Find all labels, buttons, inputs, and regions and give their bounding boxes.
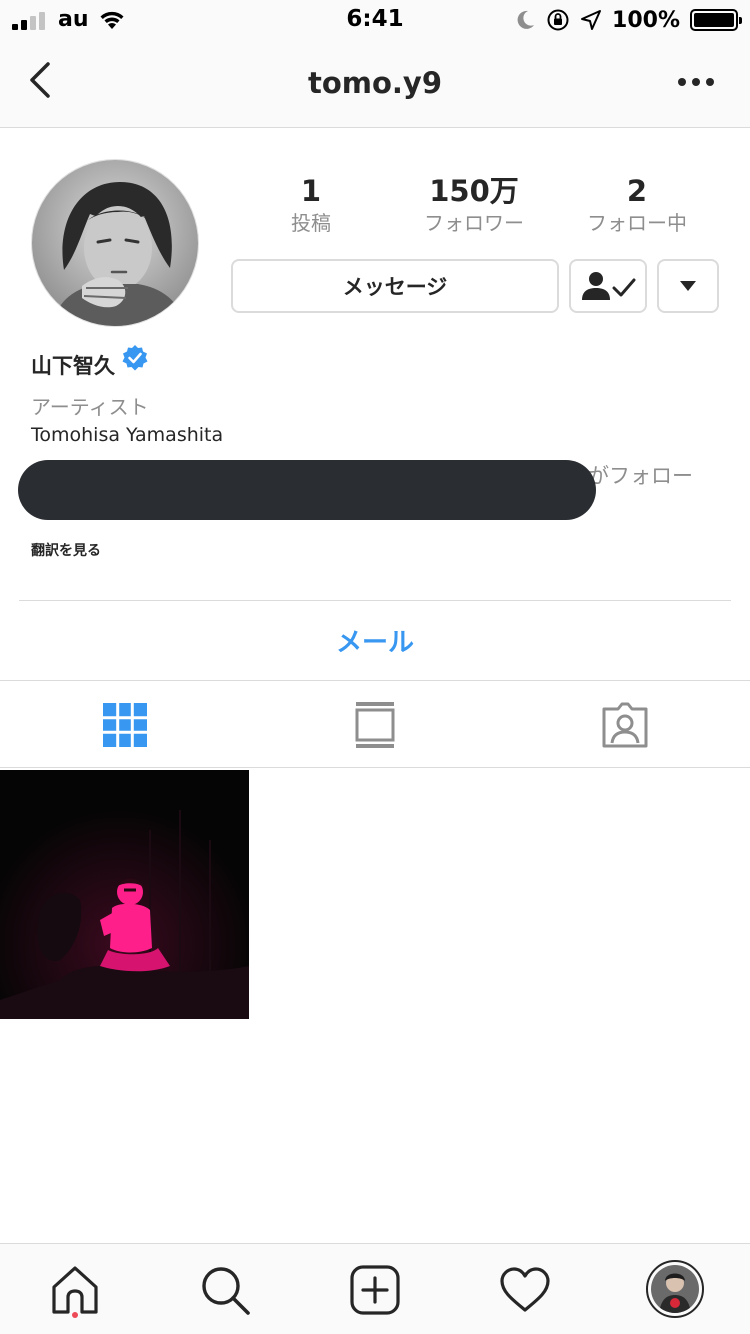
caret-down-icon xyxy=(680,281,696,291)
nav-header: tomo.y9 xyxy=(0,40,750,128)
rotation-lock-icon xyxy=(547,9,569,31)
page-title: tomo.y9 xyxy=(307,66,443,100)
tab-activity[interactable] xyxy=(497,1262,553,1318)
grid-icon xyxy=(103,702,147,747)
bottom-tab-bar xyxy=(0,1243,750,1334)
tab-home[interactable] xyxy=(47,1262,103,1318)
verified-badge-icon xyxy=(122,345,148,371)
heart-icon xyxy=(500,1267,550,1312)
location-icon xyxy=(581,10,602,30)
profile-category: アーティスト xyxy=(31,395,149,419)
tab-profile[interactable] xyxy=(646,1260,704,1318)
more-horizontal-icon[interactable] xyxy=(676,70,716,94)
person-check-icon xyxy=(582,272,636,300)
profile-tabs xyxy=(0,681,750,768)
add-post-icon xyxy=(350,1265,400,1315)
moon-icon xyxy=(517,10,535,29)
notification-dot xyxy=(72,1312,78,1318)
stat-following[interactable]: 2 フォロー中 xyxy=(562,172,712,236)
search-icon xyxy=(202,1267,250,1315)
tab-feed[interactable] xyxy=(250,681,500,768)
tagged-icon xyxy=(602,702,648,747)
suggestions-dropdown-button[interactable] xyxy=(657,259,719,313)
redaction-overlay xyxy=(18,460,596,520)
post-thumbnail[interactable] xyxy=(0,770,249,1019)
feed-icon xyxy=(355,701,395,748)
stat-followers-label: フォロワー xyxy=(424,211,524,235)
see-translation-link[interactable]: 翻訳を見る xyxy=(31,540,101,560)
stat-posts-count: 1 xyxy=(300,174,322,208)
followed-by-text[interactable]: がフォロー xyxy=(588,460,693,490)
battery-percent: 100% xyxy=(612,7,680,33)
message-button[interactable]: メッセージ xyxy=(231,259,559,313)
tab-grid[interactable] xyxy=(0,681,250,768)
profile-avatar[interactable] xyxy=(31,159,199,327)
stat-followers-count: 150万 xyxy=(429,174,519,208)
profile-avatar xyxy=(651,1265,699,1313)
tab-search[interactable] xyxy=(197,1262,253,1318)
profile-bio: Tomohisa Yamashita xyxy=(31,424,224,446)
profile-stats: 1 投稿 150万 フォロワー 2 フォロー中 xyxy=(230,172,720,242)
stat-posts-label: 投稿 xyxy=(291,211,331,235)
tab-tagged[interactable] xyxy=(500,681,750,768)
tab-new-post[interactable] xyxy=(347,1262,403,1318)
stat-followers[interactable]: 150万 フォロワー xyxy=(399,172,549,236)
status-bar: au 6:41 100% xyxy=(0,0,750,40)
home-icon xyxy=(52,1266,98,1314)
stat-following-label: フォロー中 xyxy=(587,211,687,235)
display-name: 山下智久 xyxy=(31,354,115,378)
stat-posts[interactable]: 1 投稿 xyxy=(236,172,386,236)
following-button[interactable] xyxy=(569,259,647,313)
battery-icon xyxy=(690,9,742,31)
stat-following-count: 2 xyxy=(626,174,648,208)
email-button[interactable]: メール xyxy=(0,601,750,680)
